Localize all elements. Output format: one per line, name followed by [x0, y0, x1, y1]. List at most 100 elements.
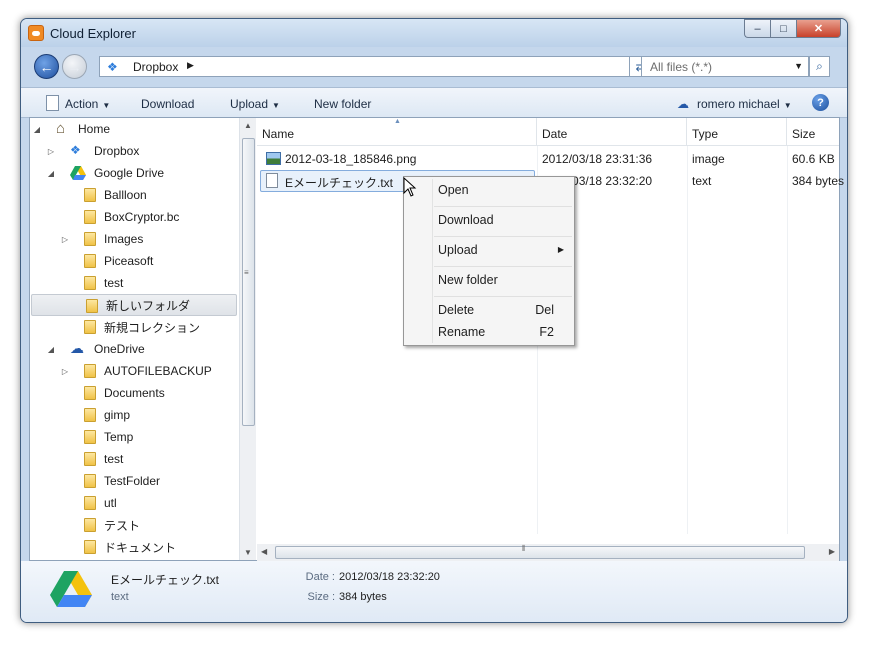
submenu-arrow-icon: ▶ [557, 245, 564, 254]
tree-item[interactable]: utl [30, 492, 240, 514]
tree-item[interactable]: ▷ ❖ Dropbox [30, 140, 240, 162]
close-button[interactable]: ✕ [796, 19, 841, 38]
collapse-icon[interactable]: ◢ [46, 345, 56, 354]
details-pane: Eメールチェック.txt text Date : 2012/03/18 23:3… [21, 561, 847, 622]
maximize-button[interactable]: □ [770, 19, 796, 38]
column-divider [787, 146, 788, 534]
tree-item-label: Temp [104, 430, 134, 444]
expand-icon[interactable]: ▷ [46, 147, 56, 156]
file-size-cell: 384 bytes [792, 174, 845, 188]
scroll-grip-icon: ≡ [244, 268, 249, 277]
tree-item-label: test [104, 452, 124, 466]
breadcrumb-chevron-icon[interactable]: ▶ [187, 60, 194, 71]
help-button[interactable]: ? [812, 94, 829, 111]
folder-icon [84, 276, 96, 290]
menu-label: Rename [438, 325, 486, 339]
tree-item[interactable]: Piceasoft [30, 250, 240, 272]
action-menu-button[interactable]: Action ▼ [65, 97, 110, 111]
tree-item-label: 新規コレクション [104, 320, 201, 335]
minimize-button[interactable]: – [744, 19, 770, 38]
scroll-down-icon[interactable]: ▼ [244, 548, 252, 557]
menu-item-download[interactable]: Download [406, 209, 572, 231]
back-button[interactable]: ← [34, 54, 59, 79]
menu-separator [434, 206, 572, 207]
tree-item[interactable]: 新しいフォルダ [31, 294, 237, 316]
column-headers: ▲ Name Date Type Size [257, 118, 839, 146]
tree-item[interactable]: TestFolder [30, 470, 240, 492]
forward-button[interactable]: → [62, 54, 87, 79]
scroll-thumb[interactable] [242, 138, 255, 426]
column-header-type[interactable]: Type [687, 118, 787, 146]
window-title: Cloud Explorer [50, 26, 136, 41]
tree-item[interactable]: Documents [30, 382, 240, 404]
collapse-icon[interactable]: ◢ [32, 125, 42, 134]
user-account-menu[interactable]: romero michael ▼ [697, 97, 792, 111]
google-drive-icon [50, 571, 92, 607]
chevron-down-icon: ▼ [794, 61, 803, 71]
file-type-cell: image [692, 152, 725, 166]
detail-size-value: 384 bytes [339, 591, 387, 603]
column-header-size[interactable]: Size [787, 118, 839, 146]
menu-item-open[interactable]: Open [406, 179, 572, 201]
tree-item-label: ドキュメント [104, 540, 177, 555]
address-bar: ← → ❖ Dropbox ▶ ⇄ All files (*.*) ▼ ⌕ [21, 47, 847, 87]
tree-item[interactable]: Temp [30, 426, 240, 448]
download-button[interactable]: Download [141, 97, 194, 111]
tree-vertical-scrollbar[interactable]: ▲ ≡ ▼ [239, 118, 256, 560]
title-bar[interactable]: Cloud Explorer – □ ✕ [21, 19, 847, 47]
tree-item[interactable]: Ballloon [30, 184, 240, 206]
tree-item[interactable]: ◢ ⌂ Home [30, 118, 240, 140]
folder-icon [84, 232, 96, 246]
menu-separator [434, 296, 572, 297]
tree-item[interactable]: test [30, 448, 240, 470]
tree-item[interactable]: 新規コレクション [30, 316, 240, 338]
chevron-down-icon: ▼ [272, 101, 280, 110]
list-horizontal-scrollbar[interactable]: ◀ ⦀ ▶ [257, 544, 839, 561]
tree-item[interactable]: ◢ Google Drive [30, 162, 240, 184]
file-row[interactable]: 2012-03-18_185846.png 2012/03/18 23:31:36… [257, 148, 839, 170]
menu-label: Upload [438, 243, 478, 257]
breadcrumb[interactable]: ❖ Dropbox ▶ [99, 56, 630, 77]
menu-item-delete[interactable]: Delete Del [406, 299, 572, 321]
expand-icon[interactable]: ▷ [60, 235, 70, 244]
text-file-icon [266, 173, 278, 188]
folder-icon [84, 320, 96, 334]
search-icon: ⌕ [816, 59, 823, 73]
tree-item-label: utl [104, 496, 117, 510]
tree-item[interactable]: テスト [30, 514, 240, 536]
detail-date-value: 2012/03/18 23:32:20 [339, 571, 440, 583]
scroll-up-icon[interactable]: ▲ [244, 121, 252, 130]
tree-item[interactable]: ▷ AUTOFILEBACKUP [30, 360, 240, 382]
detail-file-name: Eメールチェック.txt [111, 573, 220, 587]
tree-item[interactable]: gimp [30, 404, 240, 426]
upload-menu-button[interactable]: Upload ▼ [230, 97, 280, 111]
menu-shortcut: Del [535, 303, 554, 317]
menu-label: Open [438, 183, 469, 197]
dropbox-icon: ❖ [70, 143, 81, 157]
folder-tree: ◢ ⌂ Home ▷ ❖ Dropbox ◢ Google Drive Ballloon BoxC… [30, 118, 257, 560]
tree-item[interactable]: test [30, 272, 240, 294]
collapse-icon[interactable]: ◢ [46, 169, 56, 178]
tree-item[interactable]: ◢ ☁ OneDrive [30, 338, 240, 360]
home-icon: ⌂ [56, 120, 66, 137]
menu-item-upload[interactable]: Upload ▶ [406, 239, 572, 261]
scroll-left-icon[interactable]: ◀ [261, 547, 267, 556]
column-header-date[interactable]: Date [537, 118, 687, 146]
folder-icon [84, 210, 96, 224]
folder-icon [84, 408, 96, 422]
tree-item[interactable]: ドキュメント [30, 536, 240, 558]
search-button[interactable]: ⌕ [809, 56, 830, 77]
column-header-name[interactable]: Name [257, 118, 537, 146]
tree-item[interactable]: BoxCryptor.bc [30, 206, 240, 228]
file-filter-select[interactable]: All files (*.*) ▼ [641, 56, 809, 77]
file-name-cell: Eメールチェック.txt [285, 176, 394, 190]
menu-item-new-folder[interactable]: New folder [406, 269, 572, 291]
new-folder-button[interactable]: New folder [314, 97, 371, 111]
tree-item[interactable]: ▷ Images [30, 228, 240, 250]
tree-item-label: テスト [104, 518, 141, 533]
scroll-right-icon[interactable]: ▶ [829, 547, 835, 556]
scroll-thumb[interactable] [275, 546, 805, 559]
expand-icon[interactable]: ▷ [60, 367, 70, 376]
menu-item-rename[interactable]: Rename F2 [406, 321, 572, 343]
breadcrumb-dropbox[interactable]: Dropbox [133, 60, 178, 74]
